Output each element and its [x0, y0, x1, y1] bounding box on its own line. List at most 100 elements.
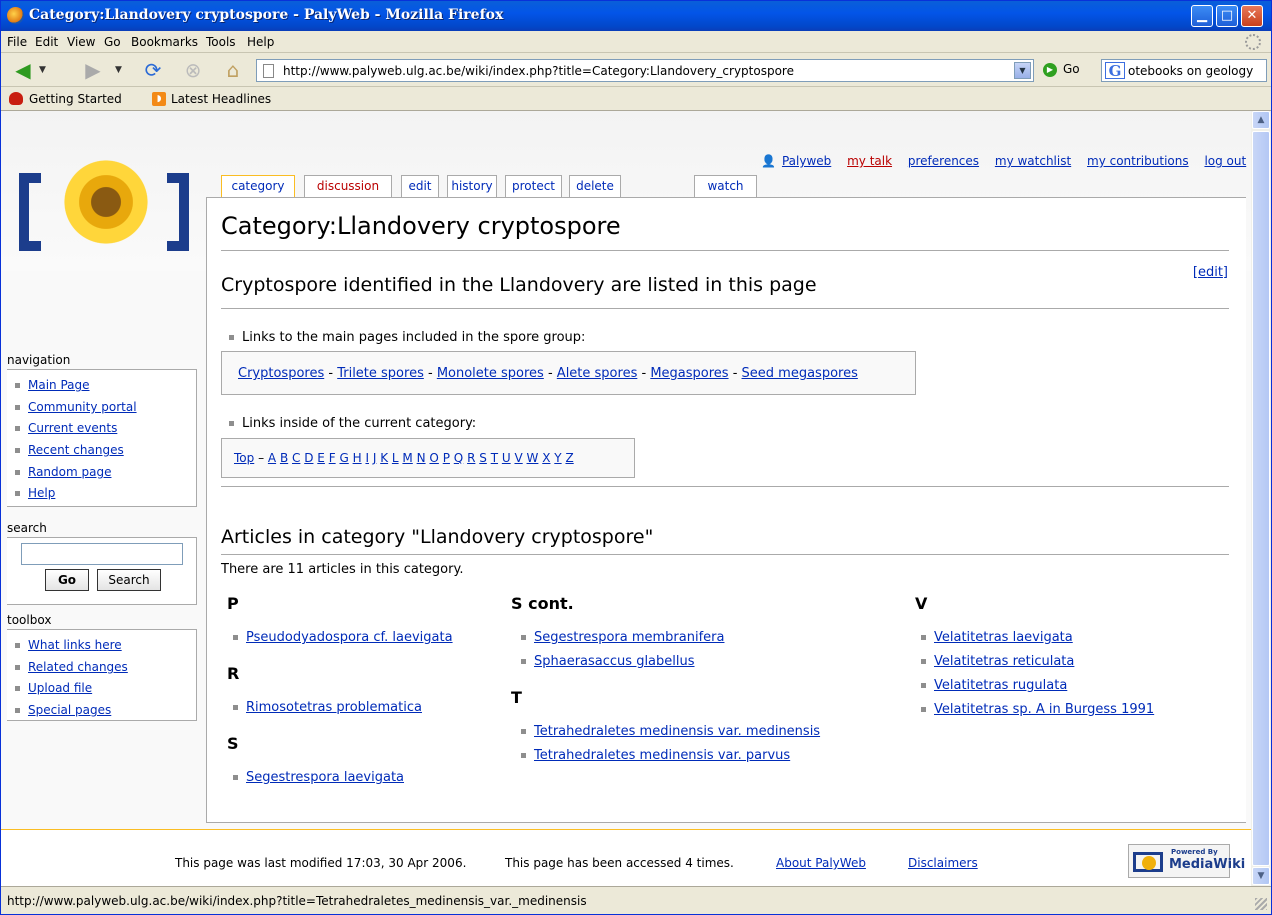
article-velatitetras-rugulata[interactable]: Velatitetras rugulata	[934, 678, 1067, 693]
google-search-box[interactable]: G otebooks on geology	[1101, 59, 1267, 82]
title-bar[interactable]: Category:Llandovery cryptospore - PalyWe…	[1, 1, 1271, 31]
tab-delete[interactable]: delete	[569, 175, 621, 197]
site-logo[interactable]	[15, 155, 193, 325]
tab-edit[interactable]: edit	[401, 175, 439, 197]
index-letter-w[interactable]: W	[527, 451, 539, 465]
go-button[interactable]: ▶ Go	[1043, 62, 1080, 77]
index-letter-a[interactable]: A	[268, 451, 276, 465]
edit-link[interactable]: edit	[1198, 265, 1223, 280]
article-velatitetras-laevigata[interactable]: Velatitetras laevigata	[934, 630, 1073, 645]
menu-bookmarks[interactable]: Bookmarks	[131, 35, 198, 49]
tab-watch[interactable]: watch	[694, 175, 757, 197]
reload-icon[interactable]: ⟳	[141, 58, 165, 82]
article-velatitetras-sp-a[interactable]: Velatitetras sp. A in Burgess 1991	[934, 702, 1154, 717]
index-letter-i[interactable]: I	[365, 451, 369, 465]
article-rimosotetras[interactable]: Rimosotetras problematica	[246, 700, 422, 715]
watchlist-link[interactable]: my watchlist	[995, 154, 1071, 168]
index-letter-h[interactable]: H	[353, 451, 362, 465]
close-button[interactable]: ✕	[1241, 5, 1263, 27]
article-velatitetras-reticulata[interactable]: Velatitetras reticulata	[934, 654, 1074, 669]
scroll-down-icon[interactable]: ▼	[1252, 867, 1270, 885]
index-letter-c[interactable]: C	[292, 451, 300, 465]
back-arrow-icon[interactable]: ◀	[11, 58, 35, 82]
nav-random-page-link[interactable]: Random page	[28, 465, 111, 479]
index-letter-q[interactable]: Q	[454, 451, 463, 465]
disclaimers-link[interactable]: Disclaimers	[908, 856, 978, 870]
index-letter-j[interactable]: J	[373, 451, 377, 465]
menu-go[interactable]: Go	[104, 35, 121, 49]
about-link[interactable]: About PalyWeb	[776, 856, 866, 870]
menu-edit[interactable]: Edit	[35, 35, 58, 49]
link-top[interactable]: Top	[234, 451, 254, 465]
index-letter-z[interactable]: Z	[565, 451, 573, 465]
index-letter-d[interactable]: D	[304, 451, 313, 465]
tool-upload-file-link[interactable]: Upload file	[28, 681, 92, 695]
bookmark-latest-headlines[interactable]: Latest Headlines	[171, 92, 271, 106]
nav-community-portal-link[interactable]: Community portal	[28, 400, 137, 414]
logout-link[interactable]: log out	[1204, 154, 1246, 168]
bookmark-getting-started[interactable]: Getting Started	[29, 92, 122, 106]
forward-dropdown-icon[interactable]: ▼	[115, 65, 122, 75]
index-letter-l[interactable]: L	[392, 451, 399, 465]
index-letter-b[interactable]: B	[280, 451, 288, 465]
my-talk-link[interactable]: my talk	[847, 154, 892, 168]
stop-icon[interactable]: ⊗	[181, 58, 205, 82]
home-icon[interactable]: ⌂	[221, 58, 245, 82]
resize-grip-icon[interactable]	[1255, 898, 1267, 910]
mediawiki-badge[interactable]: Powered By MediaWiki	[1128, 844, 1245, 878]
index-letter-t[interactable]: T	[491, 451, 498, 465]
menu-file[interactable]: File	[7, 35, 27, 49]
index-letter-o[interactable]: O	[429, 451, 438, 465]
sidebar-search-input[interactable]	[21, 543, 183, 565]
index-letter-f[interactable]: F	[329, 451, 336, 465]
article-segestrespora-laevigata[interactable]: Segestrespora laevigata	[246, 770, 404, 785]
menu-view[interactable]: View	[67, 35, 95, 49]
vertical-scrollbar[interactable]: ▲ ▼	[1251, 111, 1271, 886]
index-letter-x[interactable]: X	[542, 451, 550, 465]
tab-category[interactable]: category	[221, 175, 295, 198]
index-letter-y[interactable]: Y	[554, 451, 561, 465]
forward-arrow-icon[interactable]: ▶	[81, 58, 105, 82]
tab-history[interactable]: history	[447, 175, 497, 197]
maximize-button[interactable]: □	[1216, 5, 1238, 27]
index-letter-v[interactable]: V	[514, 451, 522, 465]
address-bar[interactable]: http://www.palyweb.ulg.ac.be/wiki/index.…	[256, 59, 1034, 82]
article-segestrespora-membranifera[interactable]: Segestrespora membranifera	[534, 630, 724, 645]
index-letter-u[interactable]: U	[502, 451, 511, 465]
tab-discussion[interactable]: discussion	[304, 175, 392, 197]
nav-help-link[interactable]: Help	[28, 486, 55, 500]
menu-tools[interactable]: Tools	[206, 35, 236, 49]
link-seed-megaspores[interactable]: Seed megaspores	[742, 366, 858, 381]
back-dropdown-icon[interactable]: ▼	[39, 65, 46, 75]
tool-what-links-here-link[interactable]: What links here	[28, 638, 122, 652]
link-cryptospores[interactable]: Cryptospores	[238, 366, 324, 381]
scroll-up-icon[interactable]: ▲	[1252, 111, 1270, 129]
nav-recent-changes-link[interactable]: Recent changes	[28, 443, 124, 457]
menu-help[interactable]: Help	[247, 35, 274, 49]
article-sphaerasaccus[interactable]: Sphaerasaccus glabellus	[534, 654, 695, 669]
nav-current-events-link[interactable]: Current events	[28, 421, 117, 435]
tool-special-pages-link[interactable]: Special pages	[28, 703, 111, 717]
sidebar-go-button[interactable]: Go	[45, 569, 89, 591]
sidebar-search-button[interactable]: Search	[97, 569, 161, 591]
index-letter-g[interactable]: G	[339, 451, 348, 465]
nav-main-page-link[interactable]: Main Page	[28, 378, 90, 392]
index-letter-r[interactable]: R	[467, 451, 475, 465]
index-letter-k[interactable]: K	[380, 451, 388, 465]
index-letter-n[interactable]: N	[417, 451, 426, 465]
url-dropdown-icon[interactable]: ▼	[1014, 62, 1031, 79]
tool-related-changes-link[interactable]: Related changes	[28, 660, 128, 674]
index-letter-m[interactable]: M	[402, 451, 412, 465]
index-letter-p[interactable]: P	[443, 451, 450, 465]
contributions-link[interactable]: my contributions	[1087, 154, 1189, 168]
link-alete-spores[interactable]: Alete spores	[557, 366, 638, 381]
article-pseudodyadospora[interactable]: Pseudodyadospora cf. laevigata	[246, 630, 453, 645]
article-tetrahedraletes-parvus[interactable]: Tetrahedraletes medinensis var. parvus	[534, 748, 790, 763]
minimize-button[interactable]: ▁	[1191, 5, 1213, 27]
link-trilete-spores[interactable]: Trilete spores	[337, 366, 424, 381]
scroll-thumb[interactable]	[1252, 131, 1270, 866]
link-monolete-spores[interactable]: Monolete spores	[437, 366, 544, 381]
link-megaspores[interactable]: Megaspores	[650, 366, 728, 381]
article-tetrahedraletes-medinensis[interactable]: Tetrahedraletes medinensis var. medinens…	[534, 724, 820, 739]
index-letter-s[interactable]: S	[479, 451, 487, 465]
